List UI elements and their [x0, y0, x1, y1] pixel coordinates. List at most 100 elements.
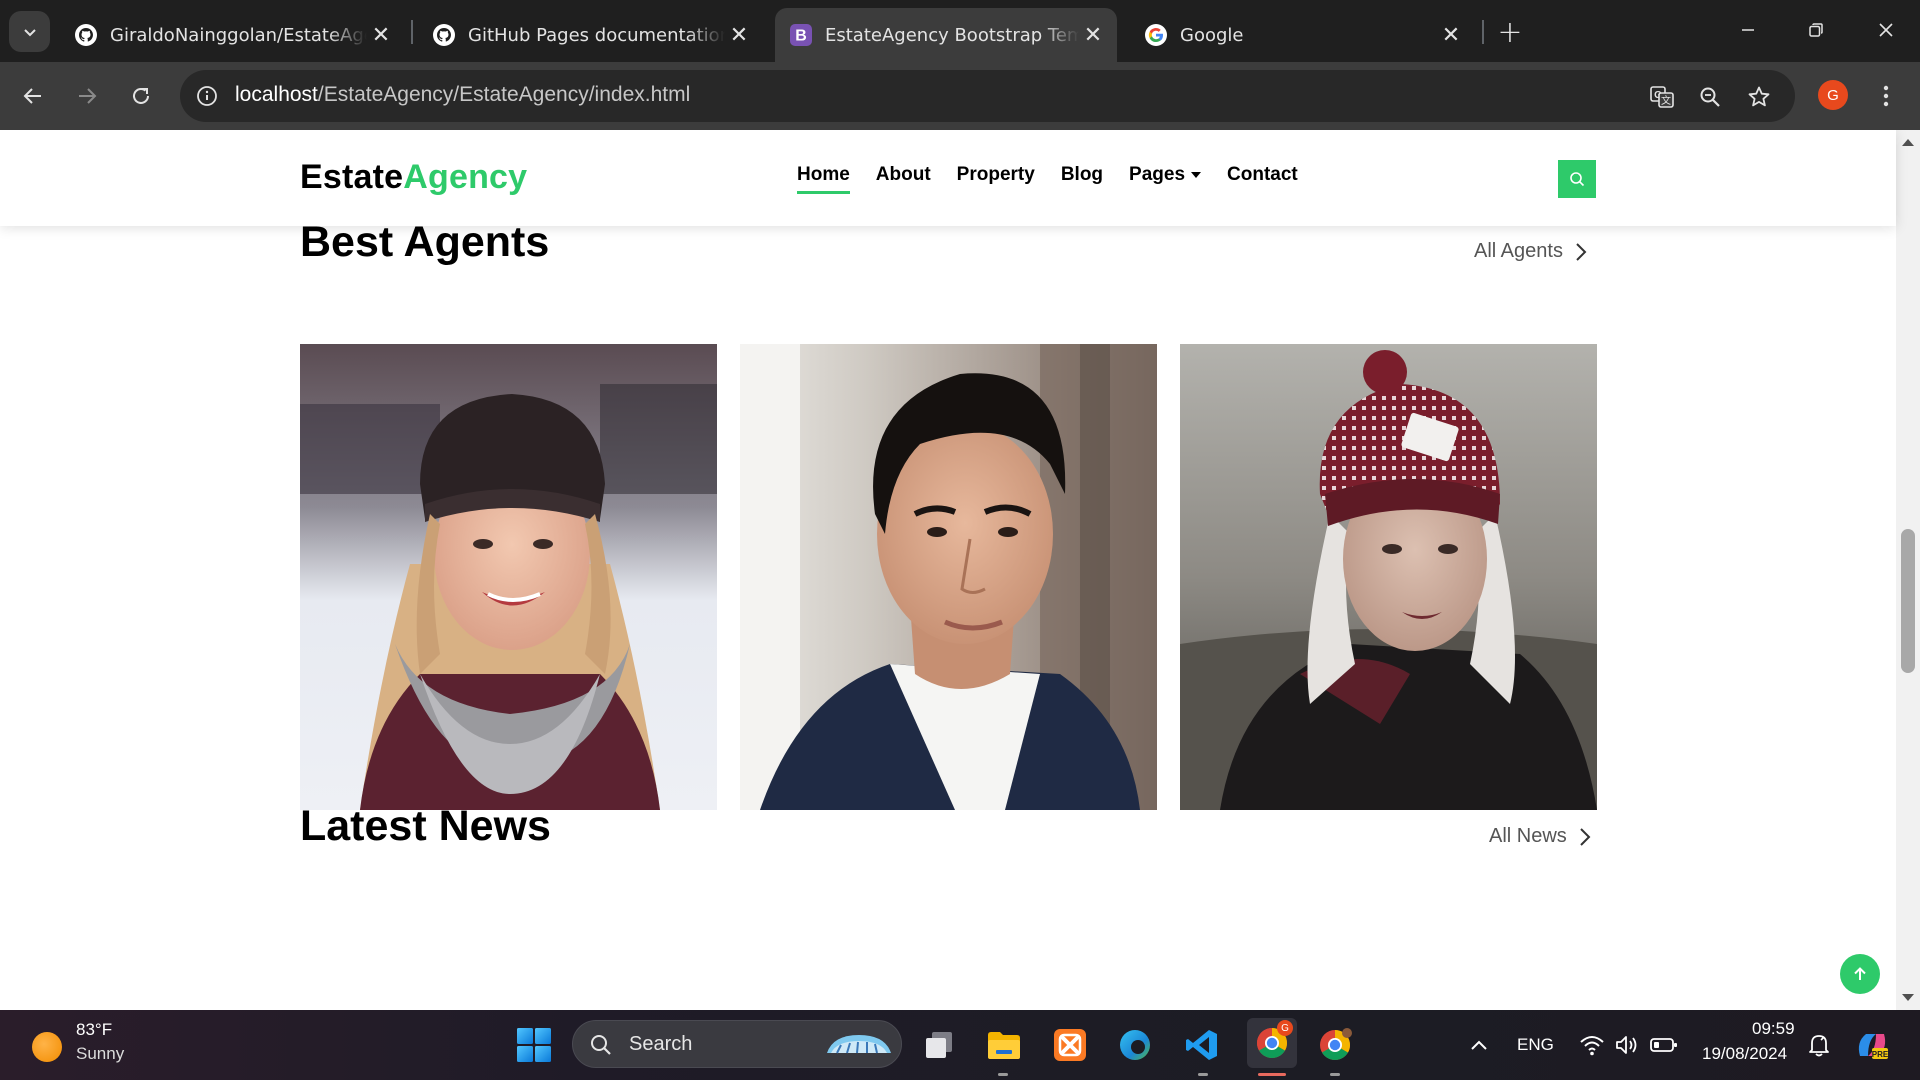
clock-time[interactable]: 09:59 — [1752, 1019, 1795, 1039]
site-info-icon[interactable] — [194, 83, 220, 109]
tab-title: Google — [1180, 24, 1244, 46]
clock-date[interactable]: 19/08/2024 — [1702, 1044, 1787, 1064]
reload-button[interactable] — [121, 76, 161, 116]
app-running-indicator — [1330, 1073, 1340, 1076]
nav-home[interactable]: Home — [797, 164, 850, 194]
agent-photo-woman-black-beanie — [300, 344, 717, 810]
chevron-down-icon — [23, 28, 36, 36]
profile-avatar[interactable]: G — [1818, 80, 1848, 110]
new-tab-button[interactable]: + — [1492, 14, 1528, 50]
nav-contact[interactable]: Contact — [1227, 164, 1298, 190]
taskbar-search-box[interactable]: Search — [572, 1020, 902, 1068]
translate-icon[interactable]: G文 — [1647, 82, 1677, 112]
browser-tab-strip: GiraldoNainggolan/EstateAgency ✕ GitHub … — [0, 0, 1920, 62]
svg-text:文: 文 — [1661, 94, 1671, 107]
chrome-profile-icon[interactable] — [1313, 1023, 1357, 1067]
file-explorer-icon[interactable] — [982, 1023, 1026, 1067]
all-agents-link[interactable]: All Agents — [1474, 240, 1587, 263]
close-icon[interactable]: ✕ — [1079, 21, 1107, 49]
close-icon[interactable]: ✕ — [725, 21, 753, 49]
site-search-button[interactable] — [1558, 160, 1596, 198]
nav-pages-dropdown[interactable]: Pages — [1129, 164, 1202, 190]
all-news-link[interactable]: All News — [1489, 825, 1591, 848]
language-indicator[interactable]: ENG — [1517, 1035, 1554, 1055]
vscode-icon[interactable] — [1180, 1023, 1224, 1067]
weather-condition[interactable]: Sunny — [76, 1044, 124, 1064]
bookmark-star-icon[interactable] — [1744, 82, 1774, 112]
logo-part-estate: Estate — [300, 158, 404, 196]
agent-card[interactable] — [740, 344, 1157, 810]
bootstrap-icon: B — [789, 23, 813, 47]
github-icon — [432, 23, 456, 47]
app-running-indicator — [1198, 1073, 1208, 1076]
scroll-down-arrow-icon[interactable] — [1902, 994, 1914, 1001]
url-path: /EstateAgency/EstateAgency/index.html — [317, 83, 691, 106]
nav-blog[interactable]: Blog — [1061, 164, 1103, 190]
page-viewport: EstateAgency Home About Property Blog Pa… — [0, 130, 1920, 1010]
nav-about[interactable]: About — [876, 164, 931, 190]
page-scrollbar[interactable] — [1896, 130, 1920, 1010]
plus-icon: + — [1497, 14, 1523, 50]
back-to-top-button[interactable] — [1840, 954, 1880, 994]
windows-start-icon[interactable] — [512, 1023, 556, 1067]
address-bar[interactable]: localhost/EstateAgency/EstateAgency/inde… — [180, 70, 1795, 122]
tab-title: EstateAgency Bootstrap Template — [825, 24, 1079, 46]
tab-separator — [411, 20, 413, 44]
caret-down-icon — [1191, 172, 1202, 178]
weather-temperature[interactable]: 83°F — [76, 1020, 112, 1040]
restore-icon — [1809, 23, 1823, 37]
browser-tab[interactable]: Google ✕ — [1130, 8, 1475, 62]
main-menu: Home About Property Blog Pages Contact — [797, 164, 1324, 194]
scroll-thumb[interactable] — [1901, 529, 1915, 673]
nav-property[interactable]: Property — [957, 164, 1035, 190]
browser-tab[interactable]: GiraldoNainggolan/EstateAgency ✕ — [60, 8, 405, 62]
close-icon — [1879, 23, 1893, 37]
all-agents-label: All Agents — [1474, 240, 1563, 262]
browser-tab[interactable]: GitHub Pages documentation - GitHub Docs… — [418, 8, 763, 62]
back-button[interactable] — [13, 76, 53, 116]
screen: GiraldoNainggolan/EstateAgency ✕ GitHub … — [0, 0, 1920, 1080]
notification-bell-icon[interactable] — [1797, 1023, 1841, 1067]
minimize-button[interactable] — [1714, 0, 1782, 60]
sun-icon[interactable] — [32, 1032, 62, 1062]
browser-toolbar: localhost/EstateAgency/EstateAgency/inde… — [0, 62, 1920, 130]
close-window-button[interactable] — [1852, 0, 1920, 60]
chevron-up-icon[interactable] — [1457, 1023, 1501, 1067]
edge-icon[interactable] — [1113, 1023, 1157, 1067]
chrome-icon-active[interactable]: G — [1247, 1018, 1297, 1068]
tab-title: GitHub Pages documentation - GitHub Docs — [468, 24, 725, 46]
search-icon — [1570, 172, 1585, 187]
arrow-right-icon — [79, 88, 97, 104]
url-host: localhost — [235, 83, 318, 106]
browser-tab-active[interactable]: B EstateAgency Bootstrap Template ✕ — [775, 8, 1117, 62]
windows-taskbar: 83°F Sunny Search G ENG 09:59 19/08/2024… — [0, 1010, 1920, 1080]
svg-text:PRE: PRE — [1872, 1050, 1889, 1059]
battery-icon[interactable] — [1642, 1023, 1686, 1067]
scroll-up-arrow-icon[interactable] — [1902, 139, 1914, 146]
task-view-icon[interactable] — [917, 1023, 961, 1067]
search-icon — [591, 1035, 611, 1055]
taskbar-search-placeholder: Search — [629, 1033, 693, 1055]
arrow-up-icon — [1854, 967, 1866, 980]
agent-photo-woman-red-beanie — [1180, 344, 1597, 810]
logo-part-agency: Agency — [403, 158, 528, 196]
forward-button[interactable] — [67, 76, 107, 116]
site-logo[interactable]: EstateAgency — [300, 158, 527, 197]
tab-title: GiraldoNainggolan/EstateAgency — [110, 24, 367, 46]
xampp-icon[interactable] — [1048, 1023, 1092, 1067]
agent-card[interactable] — [1180, 344, 1597, 810]
close-icon[interactable]: ✕ — [367, 21, 395, 49]
all-news-label: All News — [1489, 825, 1567, 847]
zoom-icon[interactable] — [1695, 82, 1725, 112]
agent-card[interactable] — [300, 344, 717, 810]
search-highlight-illustration-icon — [827, 1035, 891, 1054]
tab-search-button[interactable] — [9, 11, 50, 52]
chevron-right-icon — [1580, 827, 1591, 846]
more-menu-icon[interactable] — [1870, 76, 1902, 116]
url-text[interactable]: localhost/EstateAgency/EstateAgency/inde… — [235, 83, 690, 107]
close-icon[interactable]: ✕ — [1437, 21, 1465, 49]
github-icon — [74, 23, 98, 47]
restore-button[interactable] — [1782, 0, 1850, 60]
copilot-icon[interactable]: PRE — [1850, 1023, 1894, 1067]
app-running-indicator — [998, 1073, 1008, 1076]
